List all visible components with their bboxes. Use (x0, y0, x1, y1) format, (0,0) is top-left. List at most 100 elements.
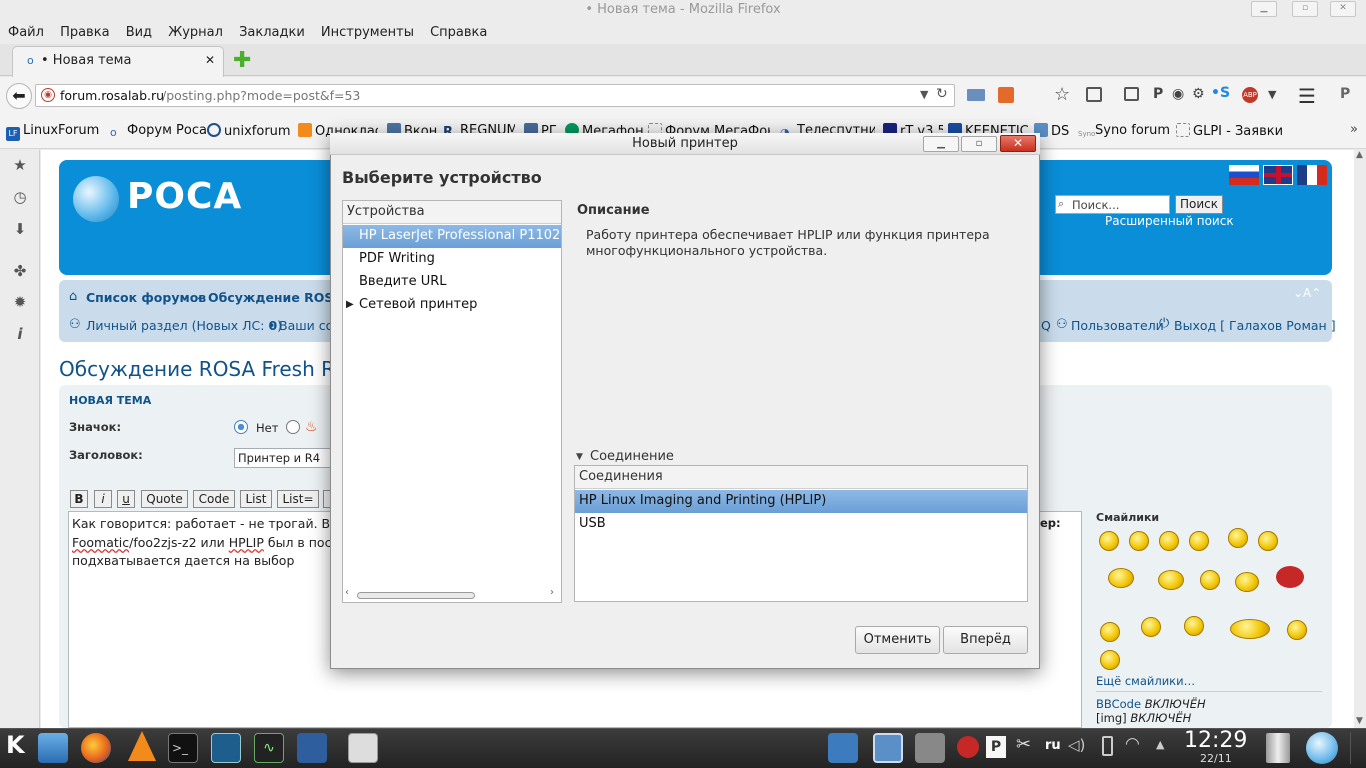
history-clock-icon[interactable]: ◷ (11, 188, 29, 206)
smiley-icon[interactable] (1200, 570, 1220, 590)
rosa-menu-icon[interactable] (1306, 732, 1338, 764)
more-smilies-link[interactable]: Ещё смайлики… (1096, 674, 1195, 688)
cancel-button[interactable]: Отменить (855, 626, 940, 654)
flag-ru-icon[interactable] (1229, 165, 1259, 185)
site-search-button[interactable]: Поиск (1175, 195, 1223, 214)
settings-gear-icon[interactable]: ⚙ (1192, 86, 1205, 102)
smiley-icon[interactable] (1258, 531, 1278, 551)
p-extension-2-icon[interactable]: P (1340, 86, 1350, 102)
file-manager-icon[interactable] (38, 733, 68, 763)
url-bar[interactable]: ◉ forum.rosalab.ru /posting.php?mode=pos… (35, 84, 955, 107)
dialog-minimize-button[interactable]: ▁ (923, 136, 959, 152)
flag-uk-icon[interactable] (1263, 165, 1293, 185)
battery-icon[interactable] (1102, 736, 1113, 756)
wifi-icon[interactable]: ◠ (1125, 734, 1140, 754)
bookmark-syno-forum[interactable]: SynoSyno forum (1078, 123, 1170, 144)
icon-fire-radio[interactable] (286, 420, 300, 434)
adblock-icon[interactable]: ABP (1242, 87, 1258, 103)
show-desktop-button[interactable] (1350, 732, 1364, 764)
clock-date[interactable]: 22/11 (1200, 752, 1232, 765)
bookmark-forum-rosa[interactable]: o Форум Роса (110, 123, 207, 140)
screenshot-icon[interactable] (828, 733, 858, 763)
p-extension-icon[interactable]: P (1153, 86, 1163, 102)
reload-icon[interactable]: ↻ (936, 86, 948, 102)
faq-link[interactable]: Q (1041, 318, 1051, 333)
new-tab-icon[interactable]: ✚ (233, 50, 251, 72)
url-dropdown-icon[interactable]: ▼ (920, 88, 928, 101)
advanced-search-link[interactable]: Расширенный поиск (1105, 214, 1234, 228)
personal-section-link[interactable]: Личный раздел (Новых ЛС: 0) (86, 318, 282, 333)
bookmark-linuxforum[interactable]: LF LinuxForum (6, 123, 99, 141)
info-icon[interactable]: i (11, 325, 29, 343)
site-logo-text[interactable]: РОСА (127, 176, 242, 217)
terminal-icon[interactable]: >_ (168, 733, 198, 763)
smiley-icon[interactable] (1141, 617, 1161, 637)
bookmark-star-sidebar-icon[interactable]: ★ (11, 156, 29, 174)
device-item-pdf-writing[interactable]: PDF Writing (343, 248, 561, 271)
code-button[interactable]: Code (193, 490, 235, 508)
trash-icon[interactable] (1266, 733, 1290, 763)
scroll-thumb[interactable] (357, 592, 475, 599)
overflow-dropdown-icon[interactable]: ▼ (1268, 88, 1276, 101)
menu-edit[interactable]: Правка (56, 22, 113, 44)
smiley-icon[interactable] (1100, 622, 1120, 642)
scroll-right-icon[interactable]: › (550, 587, 554, 598)
device-item-hp-laserjet[interactable]: HP LaserJet Professional P1102 (000 (343, 225, 561, 248)
smiley-icon[interactable] (1184, 616, 1204, 636)
bookmark-glpi[interactable]: GLPI - Заявки (1176, 123, 1283, 139)
site-search-input[interactable]: ⌕ Поиск... (1055, 195, 1170, 214)
smiley-icon[interactable] (1108, 568, 1134, 588)
quote-button[interactable]: Quote (141, 490, 188, 508)
scissors-icon[interactable]: ✂ (1016, 734, 1031, 755)
tab-new-topic[interactable]: o • Новая тема ✕ (12, 46, 224, 77)
tray-p-icon[interactable]: P (986, 736, 1006, 758)
smiley-icon[interactable] (1159, 531, 1179, 551)
forward-button[interactable]: Вперёд (943, 626, 1028, 654)
minimize-button[interactable]: ▁ (1251, 1, 1277, 17)
menu-file[interactable]: Файл (4, 22, 48, 44)
bold-button[interactable]: B (70, 490, 88, 508)
extension-circle-icon[interactable]: ◉ (1172, 86, 1184, 102)
connections-column-header[interactable]: Соединения (575, 466, 1027, 489)
bookmark-star-icon[interactable]: ☆ (1054, 84, 1070, 105)
smiley-icon[interactable] (1228, 528, 1248, 548)
page-scrollbar[interactable]: ▲ ▼ (1354, 150, 1366, 728)
smiley-icon[interactable] (1129, 531, 1149, 551)
download-arrow-icon[interactable]: ⬇ (11, 220, 29, 238)
menu-view[interactable]: Вид (122, 22, 156, 44)
tray-expand-icon[interactable]: ▲ (1156, 738, 1164, 751)
smiley-icon[interactable] (1158, 570, 1184, 590)
dialog-close-button[interactable]: ✕ (1000, 135, 1036, 152)
connection-item-usb[interactable]: USB (575, 513, 1027, 536)
smiley-icon[interactable] (1235, 572, 1259, 592)
skype-icon[interactable]: •S (1211, 85, 1230, 101)
subject-input[interactable]: Принтер и R4 (234, 448, 334, 468)
users-link[interactable]: Пользователи (1071, 318, 1164, 333)
scroll-left-icon[interactable]: ‹ (345, 587, 349, 598)
desktop-pager-icon[interactable] (873, 733, 903, 763)
crumb-forum-list[interactable]: Список форумов (86, 290, 206, 305)
keyboard-layout[interactable]: ru (1045, 738, 1061, 753)
connection-expander-label[interactable]: Соединение (590, 449, 674, 464)
smiley-icon[interactable] (1099, 531, 1119, 551)
smiley-icon[interactable] (1100, 650, 1120, 670)
smiley-icon[interactable] (1230, 619, 1270, 639)
maximize-button[interactable]: ▫ (1292, 1, 1318, 17)
underline-button[interactable]: u (117, 490, 135, 508)
close-window-button[interactable]: ✕ (1330, 1, 1356, 17)
device-item-enter-url[interactable]: Введите URL (343, 271, 561, 294)
forum-title[interactable]: Обсуждение ROSA Fresh R4 (п (59, 357, 375, 381)
gear-icon[interactable]: ✹ (11, 293, 29, 311)
logout-link[interactable]: Выход [ Галахов Роман ] (1174, 318, 1336, 333)
bookmark-unixforum[interactable]: unixforum (207, 123, 291, 139)
tray-app-icon[interactable] (915, 733, 945, 763)
addon-icon[interactable] (998, 87, 1014, 103)
hamburger-menu-icon[interactable]: ☰ (1298, 84, 1316, 108)
icon-none-radio[interactable] (234, 420, 248, 434)
network-manager-icon[interactable] (297, 733, 327, 763)
mail-icon[interactable] (967, 89, 985, 101)
menu-help[interactable]: Справка (426, 22, 491, 44)
font-size-control[interactable]: ⌄A⌃ (1293, 286, 1321, 300)
connection-item-hplip[interactable]: HP Linux Imaging and Printing (HPLIP) (575, 490, 1027, 513)
back-arrow-icon[interactable]: ⬅ (6, 83, 32, 109)
